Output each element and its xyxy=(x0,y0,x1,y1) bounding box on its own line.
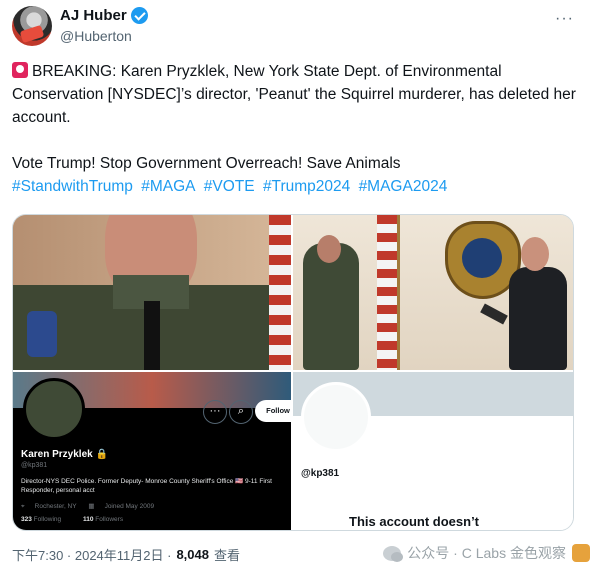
watermark: 公众号 · C Labs 金色观察 xyxy=(383,543,590,563)
us-flag-icon xyxy=(269,215,291,370)
author-avatar[interactable] xyxy=(12,6,52,46)
profile-meta: ⌖ Rochester, NY ▦ Joined May 2009 xyxy=(21,502,164,511)
profile-name: Karen Przyklek 🔒 xyxy=(21,449,108,460)
location-icon: ⌖ xyxy=(21,503,25,510)
us-flag-icon xyxy=(377,215,399,370)
hashtag-link[interactable]: #MAGA2024 xyxy=(359,178,448,195)
view-label: 查看 xyxy=(214,548,241,563)
profile-follow-button: Follow xyxy=(255,400,291,422)
followers-count: 110 xyxy=(82,516,94,523)
photo-deleted-account[interactable]: @kp381 This account doesn’t xyxy=(293,372,573,530)
more-options-icon[interactable]: ··· xyxy=(555,10,574,28)
profile-bio: Director-NYS DEC Police. Former Deputy- … xyxy=(21,478,272,494)
tweet-line-2: Vote Trump! Stop Government Overreach! S… xyxy=(12,155,401,172)
photo-profile-screenshot[interactable]: ··· ⌕ Follow Karen Przyklek 🔒 @kp381 Dir… xyxy=(13,372,291,530)
shoulder-patch-icon xyxy=(27,311,57,357)
profile-stats: 323 Following 110 Followers xyxy=(21,516,143,523)
tweet-text: BREAKING: Karen Pryzklek, New York State… xyxy=(12,60,578,198)
hashtag-link[interactable]: #MAGA xyxy=(141,178,195,195)
deleted-message: This account doesn’t xyxy=(349,514,480,529)
author-name-row: AJ Huber xyxy=(60,7,148,24)
hashtag-link[interactable]: #Trump2024 xyxy=(263,178,350,195)
photo-officer-portrait[interactable] xyxy=(13,215,291,370)
verified-badge-icon xyxy=(130,7,148,24)
following-count: 323 xyxy=(21,516,32,523)
watermark-text: 公众号 · C Labs 金色观察 xyxy=(407,545,566,561)
profile-more-icon: ··· xyxy=(203,400,227,424)
profile-handle: @kp381 xyxy=(21,462,48,469)
lock-icon: 🔒 xyxy=(95,449,108,460)
siren-icon xyxy=(12,62,28,78)
profile-joined: Joined May 2009 xyxy=(104,503,155,510)
hashtag-link[interactable]: #VOTE xyxy=(204,178,255,195)
followers-label: Followers xyxy=(95,516,124,523)
logo-icon xyxy=(572,544,590,562)
deleted-handle: @kp381 xyxy=(301,468,340,479)
hashtag-row: #StandwithTrump #MAGA #VOTE #Trump2024 #… xyxy=(12,175,578,198)
hashtag-link[interactable]: #StandwithTrump xyxy=(12,178,133,195)
media-grid: ··· ⌕ Follow Karen Przyklek 🔒 @kp381 Dir… xyxy=(12,214,574,531)
photo-swearing-in[interactable] xyxy=(293,215,573,370)
following-label: Following xyxy=(33,516,62,523)
profile-search-icon: ⌕ xyxy=(229,400,253,424)
tweet-line-1: BREAKING: Karen Pryzklek, New York State… xyxy=(12,60,578,129)
calendar-icon: ▦ xyxy=(88,503,95,510)
tweet-header: AJ Huber @Huberton ··· xyxy=(12,6,588,46)
view-count: 8,048 xyxy=(176,547,209,562)
wechat-icon xyxy=(383,545,404,562)
author-display-name[interactable]: AJ Huber xyxy=(60,7,127,24)
timestamp[interactable]: 下午7:30 · 2024年11月2日 · xyxy=(12,545,171,564)
author-handle[interactable]: @Huberton xyxy=(60,28,132,44)
tweet-line-1-text: BREAKING: Karen Pryzklek, New York State… xyxy=(12,63,576,126)
deleted-avatar xyxy=(301,382,371,452)
profile-avatar xyxy=(23,378,85,440)
profile-location: Rochester, NY xyxy=(34,503,77,510)
